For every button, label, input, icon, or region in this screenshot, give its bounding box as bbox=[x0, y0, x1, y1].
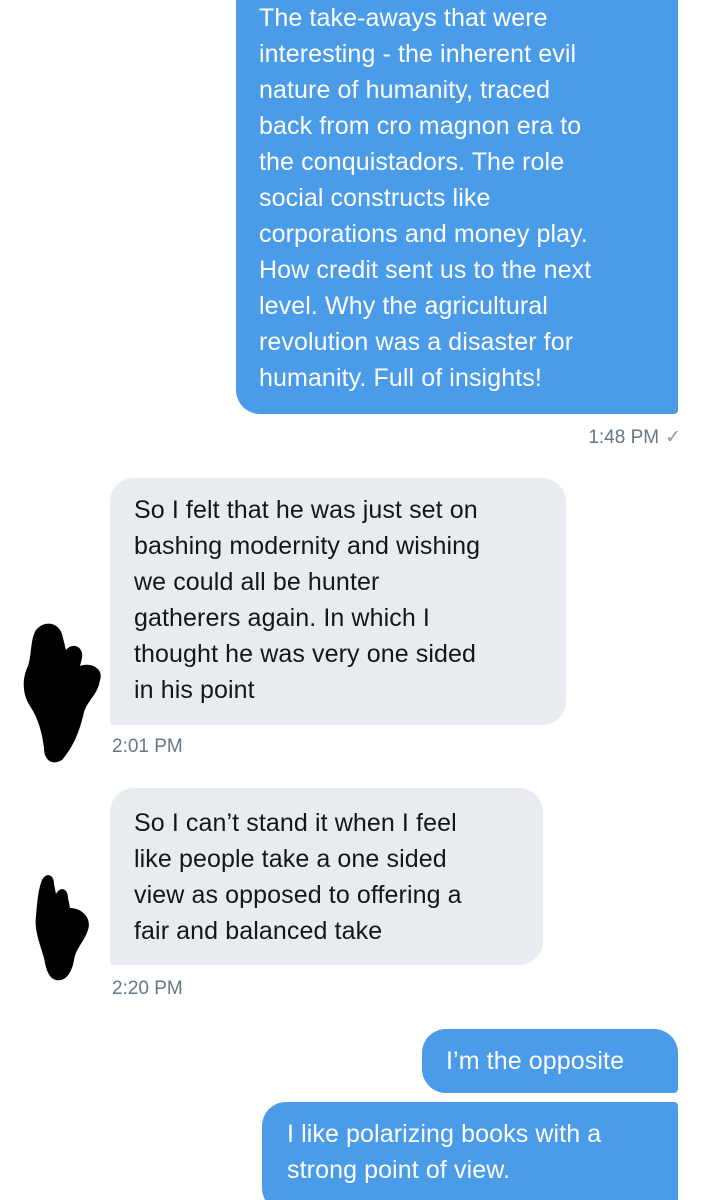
message-line: I’m the opposite bbox=[446, 1047, 625, 1075]
message-line: bashing modernity and wishing bbox=[134, 532, 481, 560]
message-line: level. Why the agricultural bbox=[259, 292, 548, 320]
timestamp-text: 2:01 PM bbox=[112, 736, 183, 757]
message-line: in his point bbox=[134, 676, 255, 704]
outgoing-message-bubble[interactable]: The take-aways that were interesting - t… bbox=[236, 0, 678, 414]
message-line: view as opposed to offering a bbox=[134, 881, 462, 909]
message-line: So I can’t stand it when I feel bbox=[134, 809, 457, 837]
message-line: So I felt that he was just set on bbox=[134, 496, 478, 524]
message-line: like people take a one sided bbox=[134, 845, 447, 873]
message-line: fair and balanced take bbox=[134, 917, 383, 945]
message-line: the conquistadors. The role bbox=[259, 148, 565, 176]
redacted-avatar-mark bbox=[23, 623, 101, 763]
message-timestamp: 1:48 PM ✓ bbox=[588, 426, 681, 449]
message-line: back from cro magnon era to bbox=[259, 112, 582, 140]
message-line: social constructs like bbox=[259, 184, 491, 212]
message-timestamp: 2:20 PM bbox=[112, 978, 183, 1000]
timestamp-text: 1:48 PM bbox=[588, 427, 660, 448]
message-line: The take-aways that were bbox=[259, 4, 548, 32]
incoming-message-bubble[interactable]: So I can’t stand it when I feel like peo… bbox=[110, 788, 543, 965]
incoming-message-bubble[interactable]: So I felt that he was just set on bashin… bbox=[110, 478, 566, 725]
message-line: gatherers again. In which I bbox=[134, 604, 430, 632]
message-timestamp: 2:01 PM bbox=[112, 736, 183, 758]
message-line: revolution was a disaster for bbox=[259, 328, 574, 356]
message-line: humanity. Full of insights! bbox=[259, 364, 542, 392]
checkmark-icon: ✓ bbox=[665, 427, 681, 448]
outgoing-message-bubble[interactable]: I like polarizing books with a strong po… bbox=[262, 1102, 678, 1200]
message-line: How credit sent us to the next bbox=[259, 256, 592, 284]
redacted-avatar-mark bbox=[35, 875, 89, 981]
message-line: interesting - the inherent evil bbox=[259, 40, 577, 68]
message-line: I like polarizing books with a bbox=[287, 1120, 602, 1148]
timestamp-text: 2:20 PM bbox=[112, 978, 183, 999]
message-thread: The take-aways that were interesting - t… bbox=[0, 0, 707, 1200]
message-line: thought he was very one sided bbox=[134, 640, 477, 668]
message-line: corporations and money play. bbox=[259, 220, 588, 248]
message-line: strong point of view. bbox=[287, 1156, 511, 1184]
outgoing-message-bubble[interactable]: I’m the opposite bbox=[422, 1029, 678, 1093]
message-line: nature of humanity, traced bbox=[259, 76, 551, 104]
message-line: we could all be hunter bbox=[134, 568, 380, 596]
